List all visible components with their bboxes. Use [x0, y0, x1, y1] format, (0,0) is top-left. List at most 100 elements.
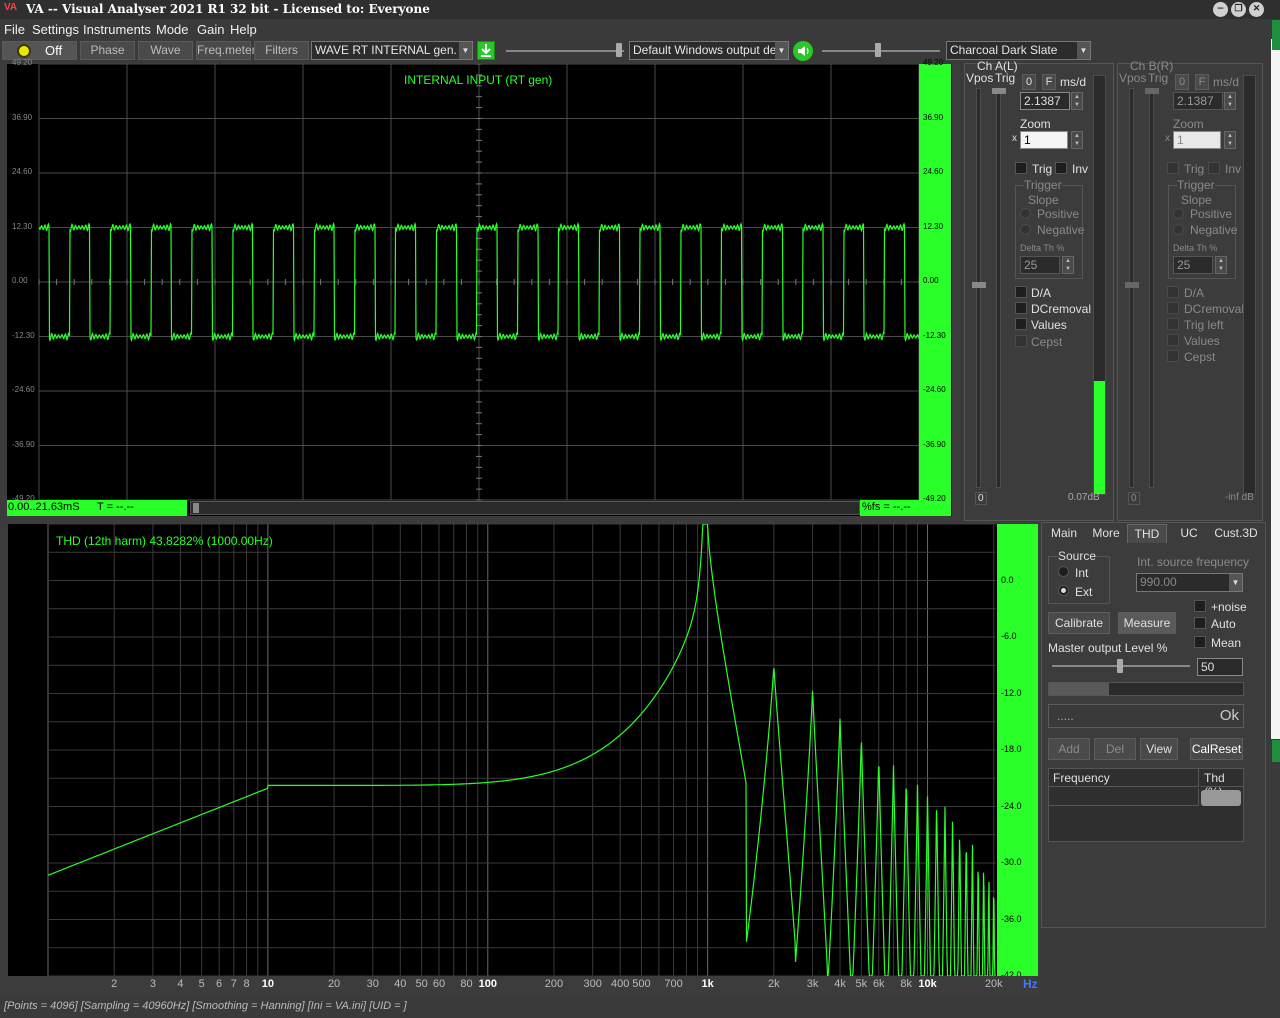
- int-radio[interactable]: [1058, 566, 1069, 577]
- generator-level-thumb[interactable]: [616, 43, 622, 57]
- trig-checkbox-a[interactable]: [1015, 162, 1027, 174]
- tab-uc[interactable]: UC: [1170, 524, 1208, 543]
- menu-instruments[interactable]: Instruments: [83, 22, 151, 37]
- inv-checkbox-a[interactable]: [1055, 162, 1067, 174]
- minimize-button[interactable]: −: [1213, 2, 1228, 17]
- tab-cust3d[interactable]: Cust.3D: [1211, 524, 1261, 543]
- table-header-thd[interactable]: Thd (%): [1200, 769, 1243, 799]
- table-header-frequency[interactable]: Frequency: [1049, 769, 1199, 787]
- close-button[interactable]: ✕: [1249, 2, 1264, 17]
- restore-button[interactable]: ❐: [1231, 2, 1246, 17]
- scope-title: INTERNAL INPUT (RT gen): [404, 73, 553, 87]
- zoom-spin-b[interactable]: ▲ ▼: [1224, 131, 1236, 149]
- delta-spin-b[interactable]: ▲ ▼: [1215, 256, 1227, 274]
- menu-help[interactable]: Help: [230, 22, 257, 37]
- positive-radio-a[interactable]: [1020, 208, 1031, 219]
- trig-thumb-a[interactable]: [992, 88, 1006, 94]
- vpos-zero-b[interactable]: 0: [1128, 492, 1140, 505]
- da-checkbox-b[interactable]: [1167, 286, 1179, 298]
- auto-checkbox[interactable]: [1194, 617, 1206, 629]
- calreset-button[interactable]: CalReset: [1190, 738, 1243, 760]
- phase-button[interactable]: Phase: [80, 41, 135, 60]
- trig-slider-a[interactable]: [996, 88, 1001, 488]
- slope-label-b: Slope: [1181, 193, 1212, 207]
- positive-radio-b[interactable]: [1173, 208, 1184, 219]
- spectrum-x-tick: 10: [261, 978, 274, 990]
- scope-scrollbar[interactable]: [190, 501, 860, 515]
- msd-spin-b[interactable]: ▲ ▼: [1224, 92, 1236, 110]
- values-checkbox-b[interactable]: [1167, 334, 1179, 346]
- negative-radio-b[interactable]: [1173, 224, 1184, 235]
- da-checkbox-a[interactable]: [1015, 286, 1027, 298]
- negative-radio-a[interactable]: [1020, 224, 1031, 235]
- output-volume-thumb[interactable]: [875, 43, 881, 57]
- dcremoval-checkbox-b[interactable]: [1167, 302, 1179, 314]
- int-freq-combo[interactable]: 990.00 ▼: [1136, 573, 1243, 592]
- download-icon[interactable]: [477, 41, 495, 60]
- vpos-zero-a[interactable]: 0: [975, 492, 987, 505]
- msd-input-b[interactable]: 2.1387: [1173, 92, 1223, 110]
- mean-checkbox[interactable]: [1194, 636, 1206, 648]
- delta-spin-a[interactable]: ▲ ▼: [1062, 256, 1074, 274]
- trig-thumb-b[interactable]: [1145, 88, 1159, 94]
- measure-button[interactable]: Measure: [1118, 612, 1176, 634]
- msd-input-a[interactable]: 2.1387: [1020, 92, 1070, 110]
- values-checkbox-a[interactable]: [1015, 318, 1027, 330]
- dcremoval-label-a: DCremoval: [1031, 302, 1092, 316]
- generator-combo[interactable]: WAVE RT INTERNAL gen. ▼: [311, 41, 473, 60]
- zero-button-a[interactable]: 0: [1022, 74, 1036, 90]
- output-volume-slider[interactable]: [822, 50, 940, 52]
- zoom-input-a[interactable]: 1: [1020, 131, 1068, 149]
- table-row[interactable]: [1049, 788, 1199, 806]
- wave-button[interactable]: Wave: [138, 41, 193, 60]
- trig-checkbox-b[interactable]: [1167, 162, 1179, 174]
- scope-y-tick-right: -49.20: [923, 494, 946, 503]
- menu-gain[interactable]: Gain: [197, 22, 224, 37]
- zoom-spin-a[interactable]: ▲ ▼: [1071, 131, 1083, 149]
- tab-thd[interactable]: THD: [1127, 524, 1167, 543]
- output-device-combo[interactable]: Default Windows output devic ▼: [629, 41, 789, 60]
- vpos-thumb-b[interactable]: [1125, 282, 1139, 288]
- menu-file[interactable]: File: [4, 22, 25, 37]
- spectrum-x-tick: 50: [415, 978, 428, 990]
- trig-slider-b[interactable]: [1149, 88, 1154, 488]
- theme-combo[interactable]: Charcoal Dark Slate ▼: [946, 41, 1091, 60]
- dcremoval-checkbox-a[interactable]: [1015, 302, 1027, 314]
- tab-main[interactable]: Main: [1045, 524, 1083, 543]
- cepst-checkbox-a[interactable]: [1015, 335, 1027, 347]
- f-button-b[interactable]: F: [1195, 74, 1209, 90]
- ok-bar[interactable]: ..... Ok: [1048, 704, 1244, 728]
- del-button[interactable]: Del: [1094, 738, 1136, 760]
- delta-input-a[interactable]: 25: [1020, 256, 1060, 274]
- scroll-thumb[interactable]: [193, 503, 199, 513]
- trig-left-checkbox-b[interactable]: [1167, 318, 1179, 330]
- zero-button-b[interactable]: 0: [1175, 74, 1189, 90]
- vpos-slider-b[interactable]: [1129, 88, 1134, 488]
- generator-level-slider[interactable]: [506, 50, 624, 52]
- calibrate-button[interactable]: Calibrate: [1048, 612, 1110, 634]
- filters-button[interactable]: Filters: [254, 41, 309, 60]
- menu-settings[interactable]: Settings: [32, 22, 79, 37]
- ext-radio[interactable]: [1058, 585, 1069, 596]
- speaker-icon[interactable]: [793, 41, 813, 61]
- power-icon: [17, 44, 31, 58]
- table-cell-thd[interactable]: [1201, 790, 1241, 806]
- freq-meter-button[interactable]: Freq.meter: [196, 41, 256, 60]
- master-level-input[interactable]: 50: [1197, 658, 1243, 676]
- delta-input-b[interactable]: 25: [1173, 256, 1213, 274]
- zoom-input-b[interactable]: 1: [1173, 131, 1221, 149]
- vpos-slider-a[interactable]: [976, 88, 981, 488]
- msd-spin-a[interactable]: ▲ ▼: [1071, 92, 1083, 110]
- master-level-thumb[interactable]: [1117, 659, 1123, 673]
- add-button[interactable]: Add: [1048, 738, 1090, 760]
- inv-checkbox-b[interactable]: [1208, 162, 1220, 174]
- scope-y-tick-left: -49.20: [12, 494, 35, 503]
- f-button-a[interactable]: F: [1042, 74, 1056, 90]
- tab-more[interactable]: More: [1087, 524, 1125, 543]
- noise-checkbox[interactable]: [1194, 600, 1206, 612]
- level-readout-b: -inf dB: [1225, 492, 1254, 503]
- cepst-checkbox-b[interactable]: [1167, 350, 1179, 362]
- vpos-thumb-a[interactable]: [972, 282, 986, 288]
- menu-mode[interactable]: Mode: [156, 22, 189, 37]
- view-button[interactable]: View: [1140, 738, 1178, 760]
